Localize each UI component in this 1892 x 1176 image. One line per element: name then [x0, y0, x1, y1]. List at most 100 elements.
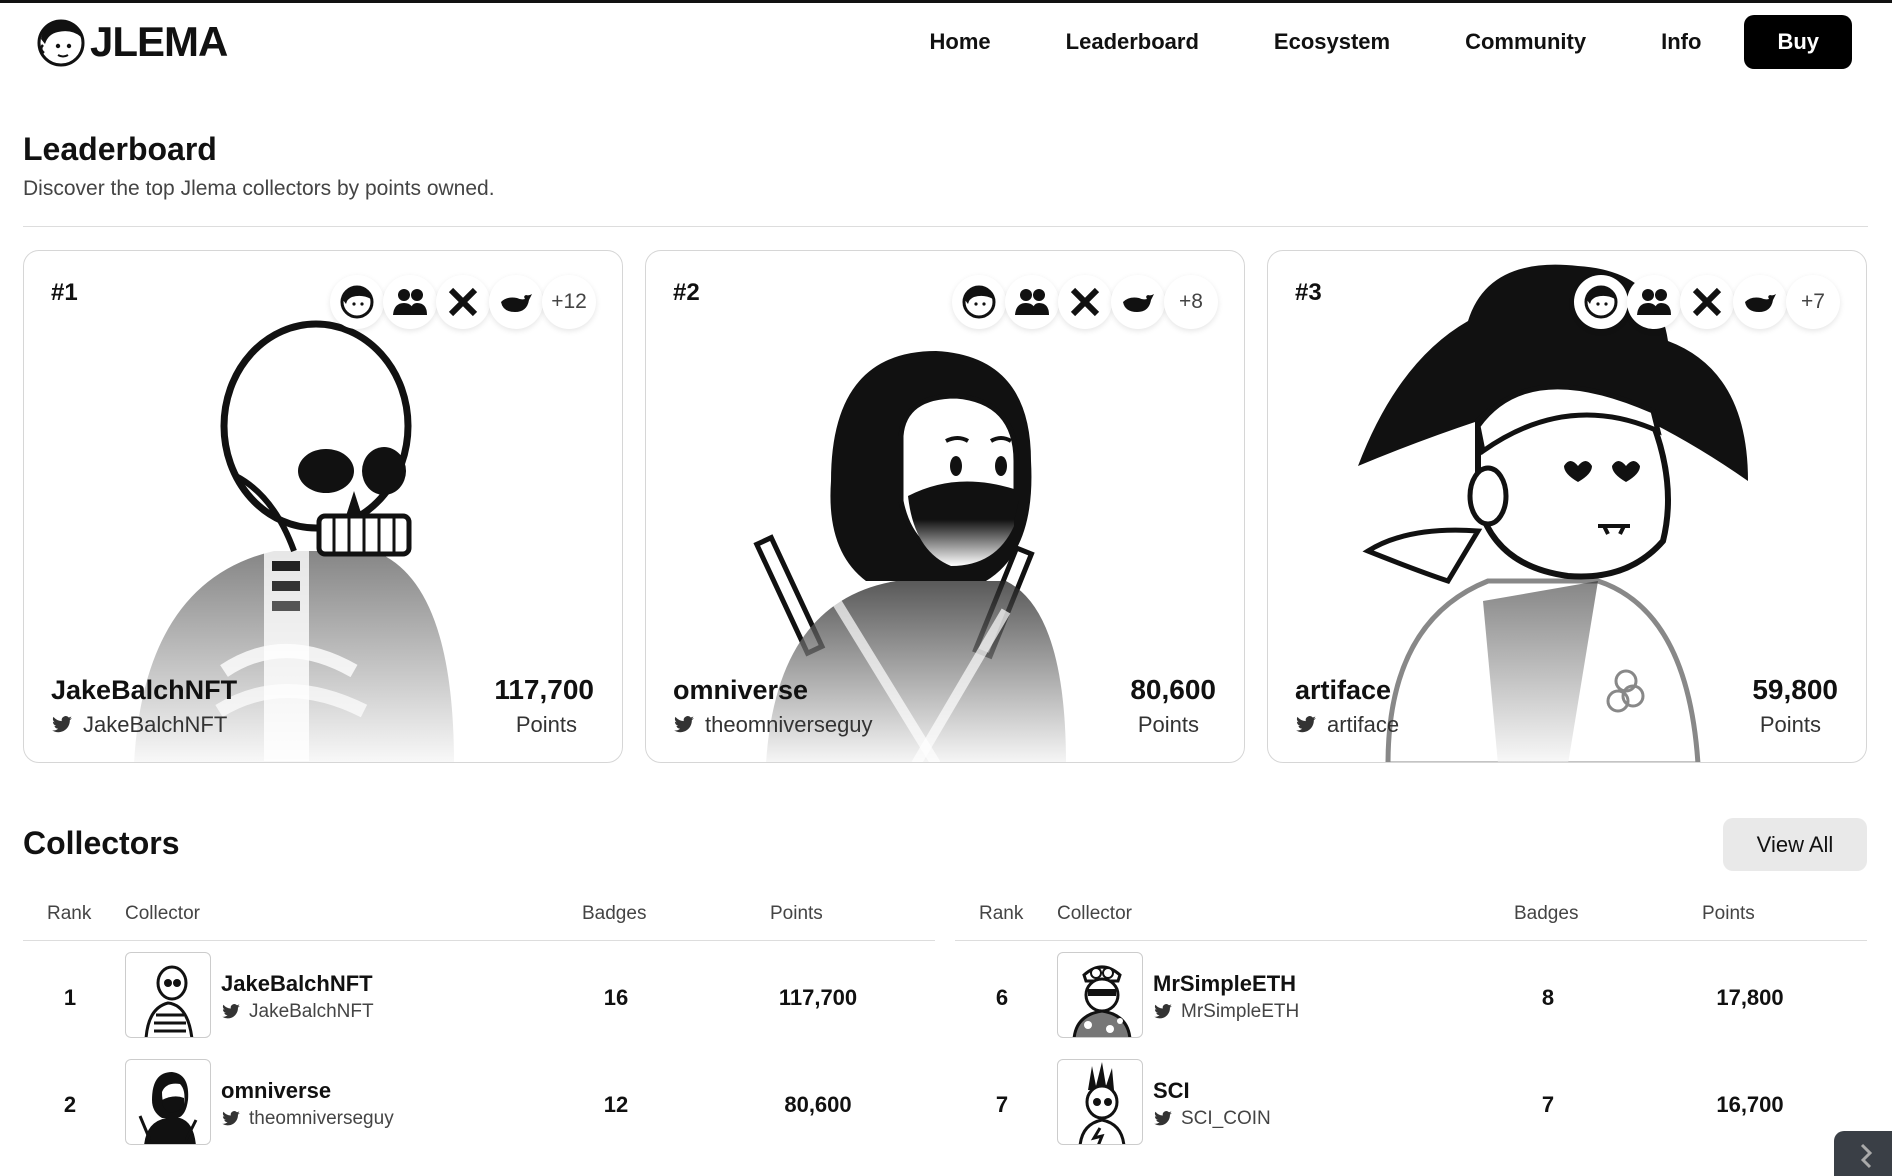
row-points: 16,700 — [1716, 1092, 1784, 1117]
jlema-face-icon — [37, 19, 85, 67]
twitter-handle-text: theomniverseguy — [705, 712, 873, 737]
row-handle-text: theomniverseguy — [249, 1108, 394, 1129]
col-rank: Rank — [47, 903, 92, 924]
face-icon[interactable] — [952, 275, 1006, 329]
main-nav: Home Leaderboard Ecosystem Community Inf… — [855, 15, 1852, 69]
more-badges-count[interactable]: +7 — [1786, 275, 1840, 329]
twitter-icon — [221, 1111, 241, 1127]
podium-card-1[interactable]: #1 +12 JakeBalchNFT JakeBalchNFT 117,700… — [23, 250, 623, 763]
podium-card-3[interactable]: #3 +7 artiface artiface 59,800 Points — [1267, 250, 1867, 763]
twitter-handle-text: artiface — [1327, 712, 1400, 737]
whale-icon[interactable] — [1733, 275, 1787, 329]
collectors-table-left: Rank Collector Badges Points 1 JakeBalch… — [23, 893, 935, 1155]
row-points: 17,800 — [1716, 985, 1784, 1010]
row-handle-text: MrSimpleETH — [1181, 1001, 1300, 1022]
more-badges-count[interactable]: +8 — [1164, 275, 1218, 329]
avatar[interactable] — [125, 952, 211, 1038]
podium-rank: #3 — [1295, 279, 1322, 306]
x-icon[interactable] — [1680, 275, 1734, 329]
row-badges: 8 — [1541, 985, 1555, 1010]
face-icon[interactable] — [1574, 275, 1628, 329]
row-badges: 16 — [603, 985, 629, 1010]
x-icon[interactable] — [1058, 275, 1112, 329]
row-twitter-handle[interactable]: theomniverseguy — [221, 1108, 394, 1130]
divider — [23, 226, 1868, 227]
nav-ecosystem[interactable]: Ecosystem — [1274, 15, 1390, 69]
row-badges: 7 — [1541, 1092, 1555, 1117]
more-badges-count[interactable]: +12 — [542, 275, 596, 329]
nav-info[interactable]: Info — [1661, 15, 1701, 69]
row-collector-name[interactable]: omniverse — [221, 1078, 331, 1104]
avatar[interactable] — [1057, 1059, 1143, 1145]
col-collector: Collector — [1057, 903, 1132, 924]
twitter-handle[interactable]: JakeBalchNFT — [51, 712, 227, 738]
twitter-icon — [1153, 1111, 1173, 1127]
brand-name: JLEMA — [90, 18, 228, 65]
row-twitter-handle[interactable]: MrSimpleETH — [1153, 1001, 1299, 1023]
collectors-title: Collectors — [23, 825, 180, 861]
group-icon[interactable] — [383, 275, 437, 329]
twitter-icon — [51, 716, 73, 734]
col-badges: Badges — [582, 903, 647, 924]
points-label: Points — [515, 712, 577, 737]
top-navigation-bar: JLEMA Home Leaderboard Ecosystem Communi… — [0, 3, 1892, 85]
row-rank: 2 — [63, 1092, 77, 1117]
row-collector-name[interactable]: MrSimpleETH — [1153, 971, 1296, 997]
x-icon[interactable] — [436, 275, 490, 329]
face-icon[interactable] — [330, 275, 384, 329]
twitter-handle[interactable]: artiface — [1295, 712, 1399, 738]
row-twitter-handle[interactable]: SCI_COIN — [1153, 1108, 1271, 1130]
col-collector: Collector — [125, 903, 200, 924]
twitter-icon — [1153, 1004, 1173, 1020]
podium-card-2[interactable]: #2 +8 omniverse theomniverseguy 80,600 P… — [645, 250, 1245, 763]
points-value: 80,600 — [1130, 674, 1216, 705]
table-row[interactable]: 6 MrSimpleETH MrSimpleETH 8 17,800 — [955, 941, 1867, 1048]
row-badges: 12 — [603, 1092, 629, 1117]
twitter-icon — [221, 1004, 241, 1020]
table-header: Rank Collector Badges Points — [955, 893, 1867, 941]
table-row[interactable]: 7 SCI SCI_COIN 7 16,700 — [955, 1048, 1867, 1155]
collector-name: artiface — [1295, 675, 1392, 705]
row-twitter-handle[interactable]: JakeBalchNFT — [221, 1001, 374, 1023]
table-row[interactable]: 1 JakeBalchNFT JakeBalchNFT 16 117,700 — [23, 941, 935, 1048]
avatar[interactable] — [125, 1059, 211, 1145]
group-icon[interactable] — [1627, 275, 1681, 329]
nav-home[interactable]: Home — [930, 15, 991, 69]
podium-rank: #2 — [673, 279, 700, 306]
group-icon[interactable] — [1005, 275, 1059, 329]
view-all-button[interactable]: View All — [1723, 818, 1867, 871]
row-rank: 6 — [995, 985, 1009, 1010]
page-subtitle: Discover the top Jlema collectors by poi… — [23, 177, 495, 200]
col-badges: Badges — [1514, 903, 1579, 924]
whale-icon[interactable] — [1111, 275, 1165, 329]
row-collector-name[interactable]: SCI — [1153, 1078, 1190, 1104]
chevron-icon — [1860, 1143, 1873, 1169]
whale-icon[interactable] — [489, 275, 543, 329]
row-rank: 1 — [63, 985, 77, 1010]
points-label: Points — [1137, 712, 1199, 737]
brand-logo[interactable]: JLEMA — [36, 17, 228, 67]
avatar[interactable] — [1057, 952, 1143, 1038]
badge-list: +7 — [1574, 275, 1840, 329]
points-value: 117,700 — [494, 674, 594, 705]
table-row[interactable]: 2 omniverse theomniverseguy 12 80,600 — [23, 1048, 935, 1155]
col-points: Points — [1702, 903, 1755, 924]
table-header: Rank Collector Badges Points — [23, 893, 935, 941]
collector-name: JakeBalchNFT — [51, 675, 238, 705]
twitter-handle-text: JakeBalchNFT — [83, 712, 228, 737]
floating-widget-button[interactable] — [1834, 1131, 1892, 1176]
buy-button[interactable]: Buy — [1744, 15, 1852, 69]
nav-leaderboard[interactable]: Leaderboard — [1066, 15, 1199, 69]
row-points: 117,700 — [778, 985, 858, 1010]
badge-list: +12 — [330, 275, 596, 329]
nav-community[interactable]: Community — [1465, 15, 1586, 69]
twitter-handle[interactable]: theomniverseguy — [673, 712, 873, 738]
points-label: Points — [1759, 712, 1821, 737]
twitter-icon — [673, 716, 695, 734]
row-collector-name[interactable]: JakeBalchNFT — [221, 971, 373, 997]
row-rank: 7 — [995, 1092, 1009, 1117]
col-rank: Rank — [979, 903, 1024, 924]
row-handle-text: SCI_COIN — [1181, 1108, 1271, 1129]
collectors-table-right: Rank Collector Badges Points 6 MrSimpleE… — [955, 893, 1867, 1155]
collector-name: omniverse — [673, 675, 809, 705]
